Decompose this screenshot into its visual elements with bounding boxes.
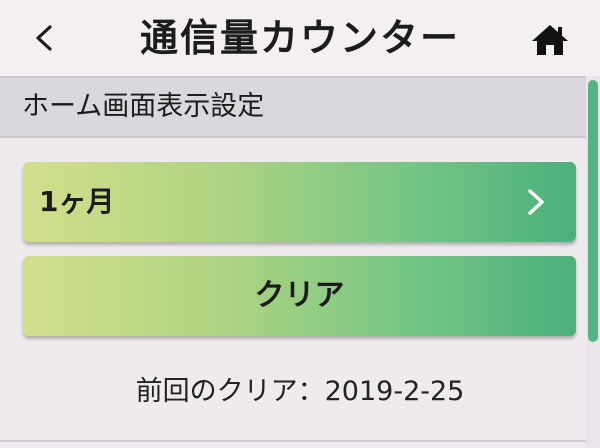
top-bar: 通信量カウンター	[0, 0, 600, 76]
divider	[0, 440, 586, 442]
display-period-button[interactable]: 1ヶ月	[23, 162, 576, 242]
display-period-label: 1ヶ月	[39, 185, 115, 218]
scrollbar[interactable]	[586, 76, 600, 448]
clear-button[interactable]: クリア	[23, 256, 576, 336]
scrollbar-thumb[interactable]	[588, 80, 598, 342]
chevron-right-icon	[528, 189, 544, 215]
home-button[interactable]	[522, 16, 578, 64]
last-clear-info: 前回のクリア：2019-2-25	[0, 370, 600, 414]
screen: 通信量カウンター ホーム画面表示設定 1ヶ月 クリア 前回のクリア：2019-2…	[0, 0, 600, 448]
last-clear-date: 2019-2-25	[324, 376, 465, 407]
last-clear-label: 前回のクリア：	[135, 376, 325, 407]
page-title: 通信量カウンター	[139, 16, 460, 60]
section-header: ホーム画面表示設定	[0, 76, 586, 138]
clear-button-label: クリア	[254, 278, 345, 313]
home-icon	[532, 25, 568, 55]
